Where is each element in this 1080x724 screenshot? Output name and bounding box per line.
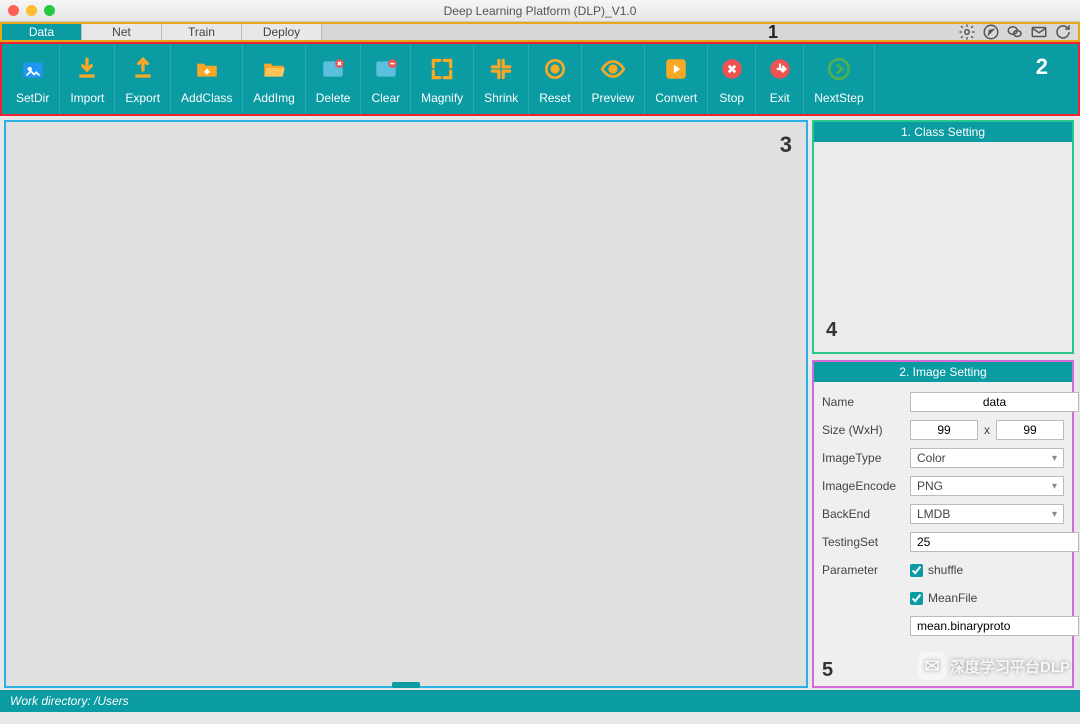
- stop-x-icon: [719, 56, 745, 85]
- nextstep-label: NextStep: [814, 91, 863, 105]
- class-setting-body[interactable]: 4: [814, 142, 1072, 352]
- magnify-label: Magnify: [421, 91, 463, 105]
- name-input[interactable]: [910, 392, 1079, 412]
- compass-icon[interactable]: [982, 23, 1000, 41]
- wechat-icon[interactable]: [1006, 23, 1024, 41]
- shrink-label: Shrink: [484, 91, 518, 105]
- testingset-input[interactable]: [910, 532, 1079, 552]
- clear-label: Clear: [371, 91, 400, 105]
- delete-button[interactable]: Delete: [306, 44, 362, 114]
- tab-data[interactable]: Data: [2, 24, 82, 40]
- annotation-3: 3: [780, 132, 792, 158]
- resize-handle[interactable]: [392, 682, 420, 688]
- size-label: Size (WxH): [822, 423, 904, 437]
- delete-label: Delete: [316, 91, 351, 105]
- refresh-icon[interactable]: [1054, 23, 1072, 41]
- export-button[interactable]: Export: [115, 44, 171, 114]
- imagetype-select[interactable]: Color: [910, 448, 1064, 468]
- image-setting-header: 2. Image Setting: [814, 362, 1072, 382]
- imageencode-label: ImageEncode: [822, 479, 904, 493]
- backend-label: BackEnd: [822, 507, 904, 521]
- gear-icon[interactable]: [958, 23, 976, 41]
- imageencode-select[interactable]: PNG: [910, 476, 1064, 496]
- setdir-label: SetDir: [16, 91, 49, 105]
- class-setting-header: 1. Class Setting: [814, 122, 1072, 142]
- shuffle-checkbox[interactable]: shuffle: [910, 563, 963, 577]
- testingset-label: TestingSet: [822, 535, 904, 549]
- setdir-button[interactable]: SetDir: [2, 44, 60, 114]
- addimg-label: AddImg: [253, 91, 294, 105]
- addclass-button[interactable]: AddClass: [171, 44, 243, 114]
- eye-icon: [600, 56, 626, 85]
- convert-button[interactable]: Convert: [645, 44, 708, 114]
- status-text: Work directory: /Users: [10, 694, 129, 708]
- preview-label: Preview: [592, 91, 635, 105]
- toolbar: SetDir Import Export AddClass AddImg Delete Cl…: [2, 44, 1078, 114]
- imagetype-label: ImageType: [822, 451, 904, 465]
- meanfile-input[interactable]: [910, 616, 1079, 636]
- statusbar: Work directory: /Users: [0, 690, 1080, 712]
- arrow-right-circle-icon: [826, 56, 852, 85]
- reset-label: Reset: [539, 91, 570, 105]
- workspace: 3 1. Class Setting 4 2. Image Setting Na…: [0, 116, 1080, 690]
- tab-train[interactable]: Train: [162, 24, 242, 40]
- addclass-label: AddClass: [181, 91, 232, 105]
- image-clear-icon: [373, 56, 399, 85]
- play-icon: [663, 56, 689, 85]
- parameter-label: Parameter: [822, 563, 904, 577]
- exit-button[interactable]: Exit: [756, 44, 804, 114]
- size-h-input[interactable]: [996, 420, 1064, 440]
- import-button[interactable]: Import: [60, 44, 115, 114]
- preview-button[interactable]: Preview: [582, 44, 646, 114]
- shrink-icon: [488, 56, 514, 85]
- annotation-4: 4: [826, 319, 837, 342]
- size-w-input[interactable]: [910, 420, 978, 440]
- nextstep-button[interactable]: NextStep: [804, 44, 874, 114]
- shrink-button[interactable]: Shrink: [474, 44, 529, 114]
- titlebar: Deep Learning Platform (DLP)_V1.0: [0, 0, 1080, 22]
- exit-icon: [767, 56, 793, 85]
- target-icon: [542, 56, 568, 85]
- annotation-1: 1: [768, 22, 778, 43]
- stop-button[interactable]: Stop: [708, 44, 756, 114]
- canvas-area[interactable]: 3: [4, 120, 808, 688]
- mail-icon[interactable]: [1030, 23, 1048, 41]
- wechat-icon: ✉: [918, 652, 946, 680]
- meanfile-checkbox[interactable]: MeanFile: [910, 591, 977, 605]
- arrow-down-tray-icon: [74, 56, 100, 85]
- folder-open-icon: [261, 56, 287, 85]
- folder-image-icon: [20, 56, 46, 85]
- window-title: Deep Learning Platform (DLP)_V1.0: [0, 4, 1080, 18]
- reset-button[interactable]: Reset: [529, 44, 581, 114]
- addimg-button[interactable]: AddImg: [243, 44, 305, 114]
- convert-label: Convert: [655, 91, 697, 105]
- image-x-icon: [320, 56, 346, 85]
- expand-icon: [429, 56, 455, 85]
- stop-label: Stop: [719, 91, 744, 105]
- folder-plus-icon: [194, 56, 220, 85]
- image-setting-panel: 2. Image Setting Name Size (WxH) x Image…: [812, 360, 1074, 688]
- clear-button[interactable]: Clear: [361, 44, 411, 114]
- annotation-5: 5: [822, 659, 833, 682]
- menubar: DataNetTrainDeploy 1: [0, 22, 1080, 42]
- import-label: Import: [70, 91, 104, 105]
- watermark: ✉ 深度学习平台DLP: [918, 652, 1070, 680]
- export-label: Export: [125, 91, 160, 105]
- exit-label: Exit: [770, 91, 790, 105]
- right-column: 1. Class Setting 4 2. Image Setting Name…: [812, 120, 1074, 688]
- tab-deploy[interactable]: Deploy: [242, 24, 322, 40]
- image-setting-body: Name Size (WxH) x ImageType Color ImageE…: [814, 382, 1072, 686]
- size-x-label: x: [984, 423, 990, 437]
- toolbar-region: SetDir Import Export AddClass AddImg Delete Cl…: [0, 42, 1080, 116]
- arrow-up-tray-icon: [130, 56, 156, 85]
- annotation-2: 2: [1036, 54, 1048, 80]
- tab-net[interactable]: Net: [82, 24, 162, 40]
- backend-select[interactable]: LMDB: [910, 504, 1064, 524]
- class-setting-panel: 1. Class Setting 4: [812, 120, 1074, 354]
- name-label: Name: [822, 395, 904, 409]
- magnify-button[interactable]: Magnify: [411, 44, 474, 114]
